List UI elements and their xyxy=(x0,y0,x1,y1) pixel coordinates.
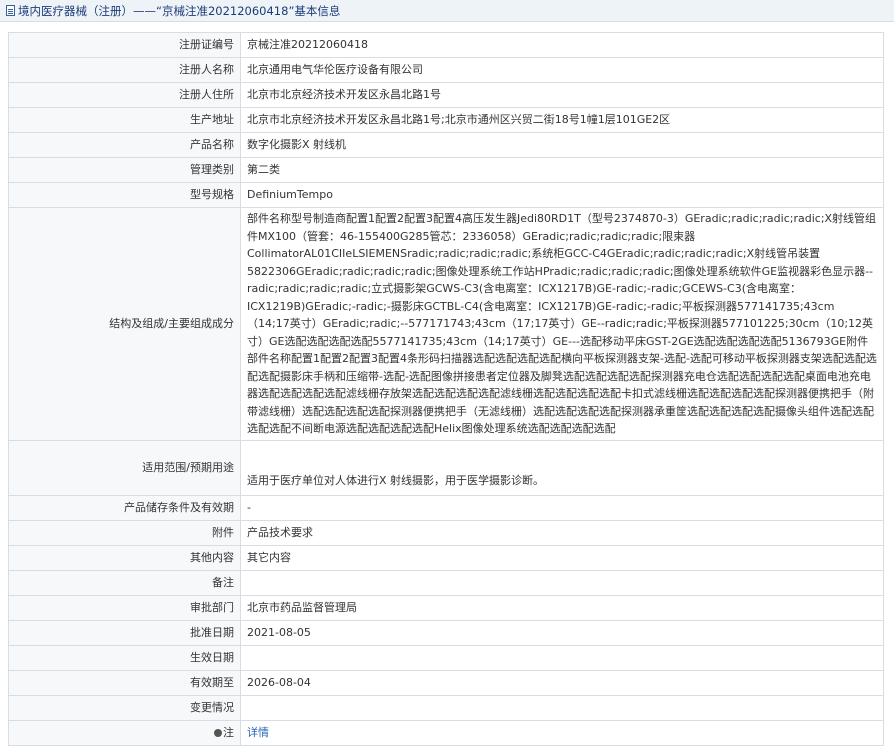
table-row: 结构及组成/主要组成成分 部件名称型号制造商配置1配置2配置3配置4高压发生器J… xyxy=(8,207,884,441)
row-label: 变更情况 xyxy=(8,694,241,721)
row-label: 审批部门 xyxy=(8,594,241,621)
row-value: 其它内容 xyxy=(240,544,884,571)
page-title: 境内医疗器械（注册）——“京械注准20212060418”基本信息 xyxy=(18,3,341,18)
row-label: 产品储存条件及有效期 xyxy=(8,494,241,521)
row-label: 有效期至 xyxy=(8,669,241,696)
row-value xyxy=(240,569,884,596)
row-label: 管理类别 xyxy=(8,157,241,183)
row-value: 产品技术要求 xyxy=(240,519,884,546)
row-value: 北京通用电气华伦医疗设备有限公司 xyxy=(240,57,884,83)
table-row: 附件 产品技术要求 xyxy=(8,519,884,546)
row-label: 其他内容 xyxy=(8,544,241,571)
table-row: 变更情况 xyxy=(8,694,884,721)
row-label: 生产地址 xyxy=(8,107,241,133)
table-row: 生效日期 xyxy=(8,644,884,671)
note-icon xyxy=(214,728,222,737)
row-label: 型号规格 xyxy=(8,182,241,208)
table-row: 审批部门 北京市药品监督管理局 xyxy=(8,594,884,621)
row-value xyxy=(240,694,884,721)
row-value: 北京市北京经济技术开发区永昌北路1号 xyxy=(240,82,884,108)
row-label: 产品名称 xyxy=(8,132,241,158)
table-row: 批准日期 2021-08-05 xyxy=(8,619,884,646)
row-value: 京械注准20212060418 xyxy=(240,32,884,58)
row-value: 数字化摄影X 射线机 xyxy=(240,132,884,158)
row-label: 附件 xyxy=(8,519,241,546)
page-header: 境内医疗器械（注册）——“京械注准20212060418”基本信息 xyxy=(0,0,894,22)
row-label: 备注 xyxy=(8,569,241,596)
note-label-cell: 注 xyxy=(8,719,241,746)
table-row: 产品储存条件及有效期 - xyxy=(8,494,884,521)
table-row: 其他内容 其它内容 xyxy=(8,544,884,571)
row-value: 部件名称型号制造商配置1配置2配置3配置4高压发生器Jedi80RD1T（型号2… xyxy=(240,207,884,441)
row-label: 注册人名称 xyxy=(8,57,241,83)
row-value: 2021-08-05 xyxy=(240,619,884,646)
row-value: 适用于医疗单位对人体进行X 射线摄影，用于医学摄影诊断。 xyxy=(240,439,884,496)
table-row: 注册证编号 京械注准20212060418 xyxy=(8,32,884,58)
document-icon xyxy=(6,5,15,16)
row-value xyxy=(240,644,884,671)
table-row: 管理类别 第二类 xyxy=(8,157,884,183)
table-row: 生产地址 北京市北京经济技术开发区永昌北路1号;北京市通州区兴贸二街18号1幢1… xyxy=(8,107,884,133)
row-value: 北京市药品监督管理局 xyxy=(240,594,884,621)
row-value: - xyxy=(240,494,884,521)
table-row: 注 详情 xyxy=(8,719,884,746)
row-label: 结构及组成/主要组成成分 xyxy=(8,207,241,441)
table-row: 注册人名称 北京通用电气华伦医疗设备有限公司 xyxy=(8,57,884,83)
row-value: 第二类 xyxy=(240,157,884,183)
table-row: 产品名称 数字化摄影X 射线机 xyxy=(8,132,884,158)
row-label: 批准日期 xyxy=(8,619,241,646)
table-row: 型号规格 DefiniumTempo xyxy=(8,182,884,208)
table-row: 备注 xyxy=(8,569,884,596)
row-label: 生效日期 xyxy=(8,644,241,671)
row-label: 注册证编号 xyxy=(8,32,241,58)
detail-link[interactable]: 详情 xyxy=(247,726,269,739)
note-label: 注 xyxy=(223,725,234,739)
row-value: DefiniumTempo xyxy=(240,182,884,208)
row-label: 注册人住所 xyxy=(8,82,241,108)
note-value-cell: 详情 xyxy=(240,719,884,746)
table-row: 有效期至 2026-08-04 xyxy=(8,669,884,696)
table-row: 适用范围/预期用途 适用于医疗单位对人体进行X 射线摄影，用于医学摄影诊断。 xyxy=(8,439,884,496)
row-value: 北京市北京经济技术开发区永昌北路1号;北京市通州区兴贸二街18号1幢1层101G… xyxy=(240,107,884,133)
detail-table: 注册证编号 京械注准20212060418 注册人名称 北京通用电气华伦医疗设备… xyxy=(8,32,884,746)
row-label: 适用范围/预期用途 xyxy=(8,439,241,496)
row-value: 2026-08-04 xyxy=(240,669,884,696)
table-row: 注册人住所 北京市北京经济技术开发区永昌北路1号 xyxy=(8,82,884,108)
